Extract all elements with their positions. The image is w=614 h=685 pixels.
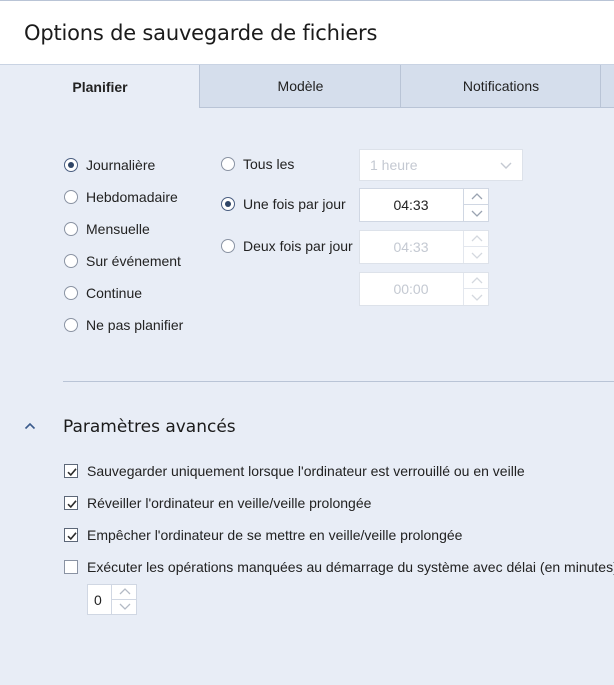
check-icon bbox=[67, 468, 77, 477]
radio-button[interactable] bbox=[64, 254, 78, 268]
radio-sur-evenement[interactable]: Sur événement bbox=[64, 253, 181, 269]
once-time-spinner[interactable]: 04:33 bbox=[359, 188, 489, 222]
radio-button[interactable] bbox=[64, 158, 78, 172]
radio-label: Continue bbox=[86, 285, 143, 301]
decrement-button[interactable] bbox=[464, 247, 489, 263]
decrement-button[interactable] bbox=[464, 205, 489, 221]
chevron-down-icon bbox=[471, 252, 482, 259]
time-input[interactable]: 04:33 bbox=[360, 189, 462, 221]
increment-button[interactable] bbox=[112, 585, 137, 600]
decrement-button[interactable] bbox=[464, 289, 489, 305]
tab-overflow[interactable] bbox=[600, 65, 614, 108]
option-prevent-sleep[interactable]: Empêcher l'ordinateur de se mettre en ve… bbox=[64, 527, 462, 543]
chevron-up-icon bbox=[471, 193, 482, 200]
radio-une-fois-par-jour[interactable]: Une fois par jour bbox=[221, 196, 346, 212]
checkbox-label: Exécuter les opérations manquées au déma… bbox=[87, 559, 614, 575]
increment-button[interactable] bbox=[464, 189, 489, 205]
radio-label: Ne pas planifier bbox=[86, 317, 184, 333]
checkbox-label: Réveiller l'ordinateur en veille/veille … bbox=[87, 495, 372, 511]
checkbox[interactable] bbox=[64, 560, 78, 574]
chevron-up-icon bbox=[471, 235, 482, 242]
time-input[interactable]: 00:00 bbox=[360, 273, 462, 305]
tab-bar: Planifier Modèle Notifications bbox=[0, 65, 614, 108]
checkbox[interactable] bbox=[64, 464, 78, 478]
radio-deux-fois-par-jour[interactable]: Deux fois par jour bbox=[221, 238, 353, 254]
radio-button[interactable] bbox=[221, 157, 235, 171]
chevron-up-icon[interactable] bbox=[24, 422, 36, 430]
radio-tous-les[interactable]: Tous les bbox=[221, 156, 294, 172]
chevron-down-icon bbox=[500, 162, 512, 169]
time-input[interactable]: 04:33 bbox=[360, 231, 462, 263]
radio-continue[interactable]: Continue bbox=[64, 285, 142, 301]
radio-button[interactable] bbox=[64, 286, 78, 300]
checkbox[interactable] bbox=[64, 496, 78, 510]
increment-button[interactable] bbox=[464, 273, 489, 289]
dialog-title: Options de sauvegarde de fichiers bbox=[24, 21, 378, 45]
radio-label: Journalière bbox=[86, 157, 156, 173]
option-lock-only[interactable]: Sauvegarder uniquement lorsque l'ordinat… bbox=[64, 463, 525, 479]
radio-label: Hebdomadaire bbox=[86, 189, 178, 205]
check-icon bbox=[67, 532, 77, 541]
tab-planifier[interactable]: Planifier bbox=[0, 65, 200, 108]
interval-select[interactable]: 1 heure bbox=[359, 149, 523, 181]
radio-button[interactable] bbox=[221, 239, 235, 253]
twice-time-2-spinner[interactable]: 00:00 bbox=[359, 272, 489, 306]
radio-ne-pas-planifier[interactable]: Ne pas planifier bbox=[64, 317, 183, 333]
tab-notifications[interactable]: Notifications bbox=[400, 65, 601, 108]
increment-button[interactable] bbox=[464, 231, 489, 247]
decrement-button[interactable] bbox=[112, 600, 137, 615]
spinner bbox=[111, 585, 137, 615]
advanced-settings-title: Paramètres avancés bbox=[63, 417, 236, 437]
tab-label: Modèle bbox=[277, 78, 324, 94]
twice-time-1-spinner[interactable]: 04:33 bbox=[359, 230, 489, 264]
radio-label: Tous les bbox=[243, 156, 295, 172]
radio-label: Une fois par jour bbox=[243, 196, 346, 212]
chevron-down-icon bbox=[471, 210, 482, 217]
chevron-up-icon bbox=[119, 588, 130, 595]
spinner bbox=[463, 189, 489, 221]
radio-label: Deux fois par jour bbox=[243, 238, 353, 254]
option-wake-up[interactable]: Réveiller l'ordinateur en veille/veille … bbox=[64, 495, 371, 511]
delay-minutes-spinner[interactable]: 0 bbox=[87, 584, 137, 615]
radio-journaliere[interactable]: Journalière bbox=[64, 157, 155, 173]
check-icon bbox=[67, 500, 77, 509]
radio-button[interactable] bbox=[64, 222, 78, 236]
section-divider bbox=[63, 381, 614, 382]
radio-label: Mensuelle bbox=[86, 221, 150, 237]
interval-value: 1 heure bbox=[370, 157, 418, 173]
radio-label: Sur événement bbox=[86, 253, 181, 269]
tab-modele[interactable]: Modèle bbox=[199, 65, 401, 108]
chevron-down-icon bbox=[119, 603, 130, 611]
radio-button[interactable] bbox=[64, 318, 78, 332]
tab-label: Planifier bbox=[72, 78, 128, 95]
title-bar: Options de sauvegarde de fichiers bbox=[0, 0, 614, 65]
tab-label: Notifications bbox=[462, 78, 540, 94]
checkbox-label: Sauvegarder uniquement lorsque l'ordinat… bbox=[87, 463, 525, 479]
radio-mensuelle[interactable]: Mensuelle bbox=[64, 221, 150, 237]
checkbox[interactable] bbox=[64, 528, 78, 542]
option-run-missed[interactable]: Exécuter les opérations manquées au déma… bbox=[64, 559, 614, 575]
spinner bbox=[463, 273, 489, 305]
radio-button[interactable] bbox=[64, 190, 78, 204]
spinner bbox=[463, 231, 489, 263]
radio-button[interactable] bbox=[221, 197, 235, 211]
chevron-up-icon bbox=[471, 277, 482, 284]
radio-hebdomadaire[interactable]: Hebdomadaire bbox=[64, 189, 178, 205]
delay-input[interactable]: 0 bbox=[88, 585, 111, 614]
checkbox-label: Empêcher l'ordinateur de se mettre en ve… bbox=[87, 527, 463, 543]
chevron-down-icon bbox=[471, 294, 482, 301]
